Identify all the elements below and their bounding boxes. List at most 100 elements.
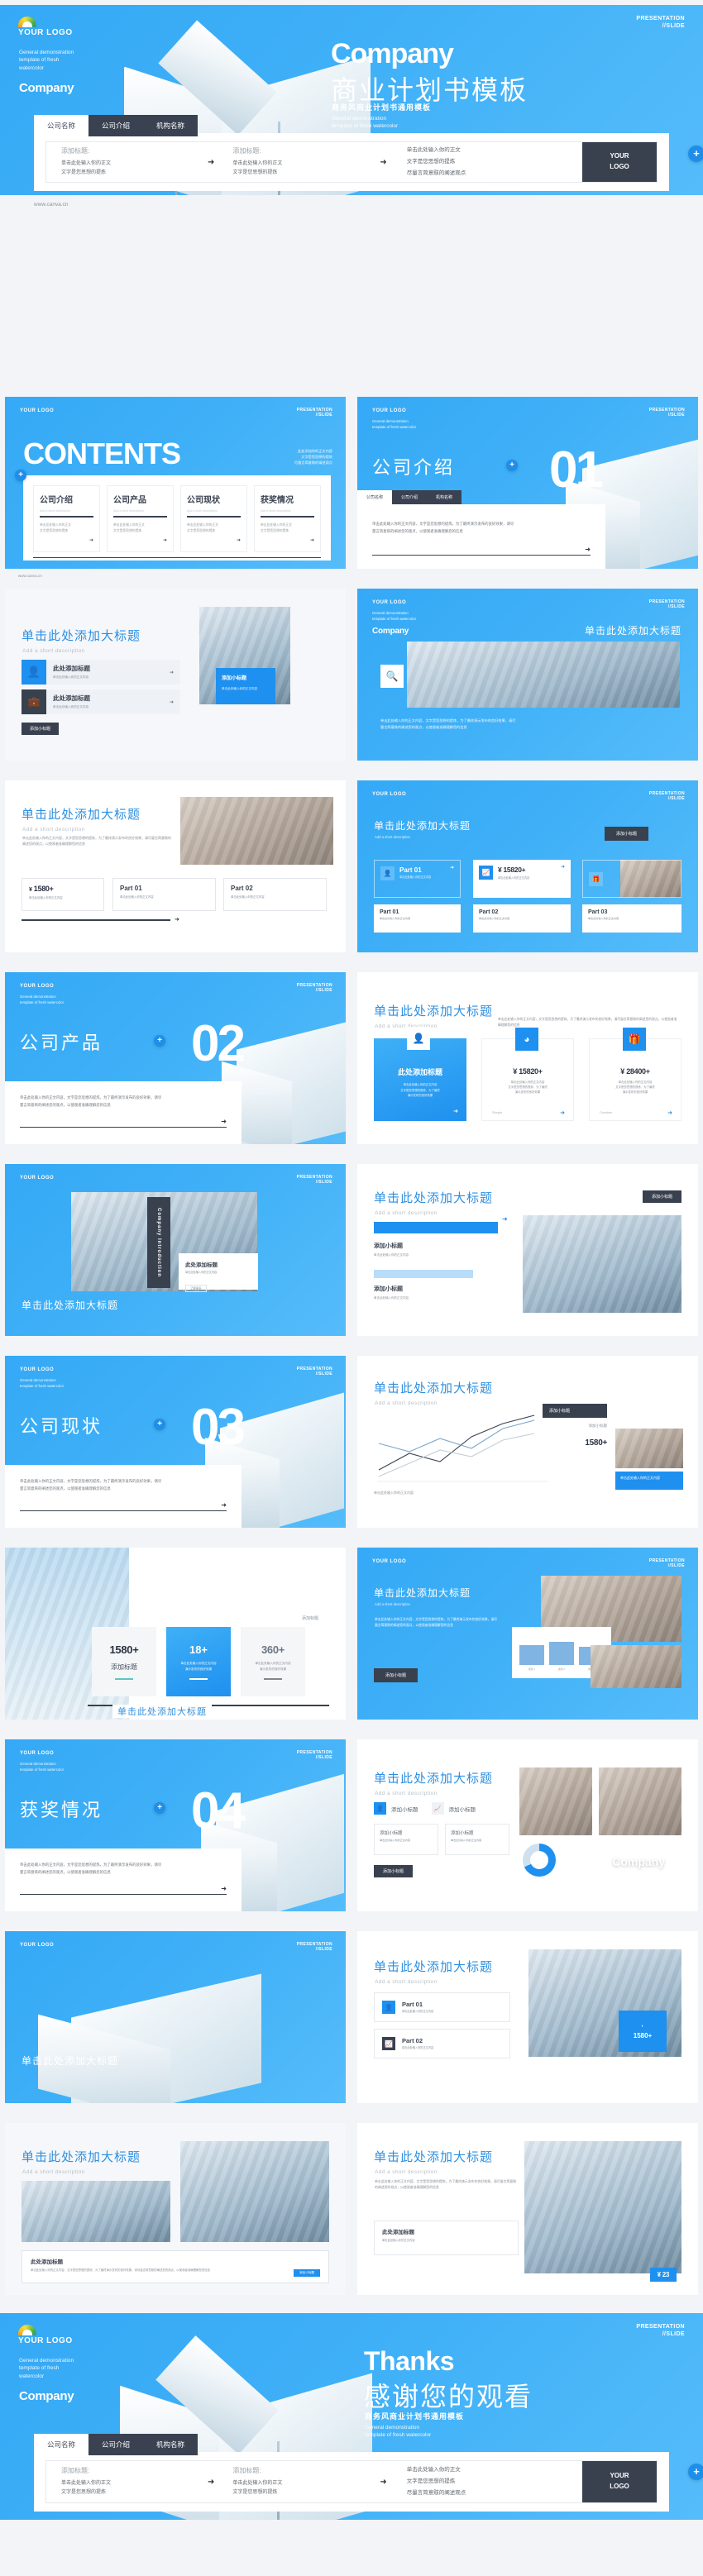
part-card-gift[interactable]: 🎁: [582, 860, 681, 898]
slide-parts-grid[interactable]: YOUR LOGO PRESENTATION //SLIDE 单击此处添加大标题…: [357, 780, 698, 952]
card-arrow-icon[interactable]: ➜: [667, 1109, 672, 1116]
slide-three-stats[interactable]: 单击此处添加大标题 Add a short description 单击此处输入…: [357, 972, 698, 1144]
slide-right-content[interactable]: 单击此处添加大标题 Add a short description 单击此处输入…: [357, 2123, 698, 2295]
add-subtitle-button[interactable]: 添加小标题: [604, 827, 648, 841]
more-button[interactable]: 了解更多: [185, 1285, 207, 1293]
slide-bar-chart[interactable]: YOUR LOGO PRESENTATION //SLIDE 单击此处添加大标题…: [357, 1548, 698, 1720]
slide-cover[interactable]: YOUR LOGO General demonstration template…: [0, 5, 703, 195]
slide-team-frame[interactable]: YOUR LOGO PRESENTATION //SLIDE Company I…: [5, 1164, 346, 1336]
card-arrow-icon[interactable]: ➜: [450, 865, 454, 871]
card-arrow-icon[interactable]: ➜: [560, 1109, 565, 1116]
part-card-01-b[interactable]: Part 01 单击此处输入你的正文内容: [374, 904, 461, 933]
section02-arrow-icon[interactable]: ➜: [20, 1118, 227, 1125]
slide-section-04[interactable]: YOUR LOGO General demonstration template…: [5, 1739, 346, 1911]
section04-arrow-icon[interactable]: ➜: [20, 1885, 227, 1892]
plus-badge-icon[interactable]: +: [154, 1802, 165, 1814]
plus-badge-icon[interactable]: +: [506, 460, 518, 471]
tab-company-name[interactable]: 公司名称: [357, 490, 393, 504]
part-card-02-b[interactable]: Part 02 单击此处输入你的正文内容: [473, 904, 571, 933]
stat-card-money1[interactable]: ◕ ¥ 15820+ 单击此处输入你的正文内容 文字是您思想的提炼，为了最终 演…: [481, 1028, 574, 1121]
slide-left-text[interactable]: 单击此处添加大标题 Add a short description 此处添加标题…: [5, 2123, 346, 2295]
slide-section-02[interactable]: YOUR LOGO General demonstration template…: [5, 972, 346, 1144]
blue-overlay-card[interactable]: 添加小标题 单击此处输入你的正文内容: [216, 668, 275, 704]
plus-badge-icon[interactable]: +: [15, 470, 26, 481]
contents-card[interactable]: 公司介绍 Add a short description 单击此处输入你的正文 …: [33, 485, 100, 552]
part-card-01[interactable]: 👤 Part 01 单击此处输入你的正文内容: [374, 1992, 510, 2022]
chart-legend-card[interactable]: 添加小标题: [543, 1404, 607, 1418]
part-card-01[interactable]: 👤 Part 01 单击此处输入你的正文内容 ➜: [374, 860, 461, 898]
slide-contents[interactable]: YOUR LOGO PRESENTATION //SLIDE CONTENTS …: [5, 397, 346, 569]
progress-block-2[interactable]: 添加小标题 单击此处输入你的正文内容: [374, 1285, 494, 1300]
card-arrow-icon[interactable]: ➜: [561, 864, 565, 870]
photo-caption-card[interactable]: 此处添加标题 单击此处输入你的正文内容 了解更多: [179, 1253, 258, 1293]
tab-company-name[interactable]: 公司名称: [34, 115, 89, 136]
part-card-02[interactable]: Part 02 单击此处输入你的正文内容: [223, 878, 327, 911]
slide-icon-list[interactable]: 单击此处添加大标题 Add a short description 👤 此处添加…: [5, 589, 346, 761]
add-subtitle-button[interactable]: 添加小标题: [642, 1190, 681, 1203]
slide-line-chart[interactable]: 单击此处添加大标题 Add a short description 添加小标题 …: [357, 1356, 698, 1528]
small-money-badge[interactable]: ¥ 23: [649, 2268, 677, 2282]
part-card-02[interactable]: 📈 Part 02 单击此处输入你的正文内容: [374, 2029, 510, 2058]
stat-card-money[interactable]: 📈 ¥ 15820+ 单击此处输入你的正文内容 ➜: [473, 860, 571, 898]
pie-legend-1[interactable]: 👤 添加小标题 📈 添加小标题: [374, 1802, 476, 1815]
slide-icons-grid[interactable]: YOUR LOGO PRESENTATION //SLIDE 单击此处添加大标题: [5, 1931, 346, 2103]
thanks-tabs[interactable]: 公司名称 公司介绍 机构名称: [34, 2434, 198, 2455]
plus-badge-icon[interactable]: +: [154, 1419, 165, 1430]
chart-blue-caption[interactable]: 单击此处输入你的正文内容: [615, 1472, 683, 1490]
plus-badge-icon[interactable]: +: [688, 145, 703, 162]
tab-org-name[interactable]: 机构名称: [143, 115, 198, 136]
bottom-note-card[interactable]: 此处添加标题 单击此处输入你的正文内容，文字是您思想的提炼，为了最终演示发布的良…: [22, 2250, 329, 2283]
slide-section-01[interactable]: YOUR LOGO General demonstration template…: [357, 397, 698, 569]
add-subtitle-button[interactable]: 添加小标题: [374, 1865, 414, 1877]
icon-row-1[interactable]: 👤 此处添加标题 单击此处输入你的正文内容 ➜: [22, 660, 180, 685]
slide-pie-chart[interactable]: 单击此处添加大标题 Add a short description 👤 添加小标…: [357, 1739, 698, 1911]
progress-block-1[interactable]: 添加小标题 单击此处输入你的正文内容: [374, 1242, 494, 1257]
section01-tabs[interactable]: 公司名称 公司介绍 机构名称: [357, 490, 462, 504]
pie-info-card-1[interactable]: 添加小标题 单击此处输入你的正文内容: [374, 1824, 438, 1855]
add-subtitle-button[interactable]: 添加小标题: [22, 723, 60, 735]
info-card[interactable]: 此处添加标题 单击此处输入你的正文内容: [374, 2221, 519, 2255]
slide-parts-1580[interactable]: 单击此处添加大标题 Add a short description 👤 Part…: [357, 1931, 698, 2103]
tab-org-name[interactable]: 机构名称: [427, 490, 462, 504]
tab-company-intro[interactable]: 公司介绍: [88, 2434, 144, 2455]
slide-handshake[interactable]: 单击此处添加大标题 Add a short description 单击此处输入…: [5, 780, 346, 952]
contents-card[interactable]: 获奖情况 Add a short description 单击此处输入你的正文 …: [254, 485, 321, 552]
stat-box-2[interactable]: 18+ 单击此处输入你的正文内容 演示发布的良好效果: [166, 1627, 231, 1696]
contents-card[interactable]: 公司现状 Add a short description 单击此处输入你的正文 …: [180, 485, 247, 552]
slide-thanks[interactable]: YOUR LOGO General demonstration template…: [0, 2313, 703, 2520]
pie-info-card-2[interactable]: 添加小标题 单击此处输入你的正文内容: [445, 1824, 509, 1855]
card-arrow-icon[interactable]: ➜: [453, 1108, 458, 1114]
contents-card-arrow-icon[interactable]: ➜: [113, 537, 167, 543]
stat-card-money2[interactable]: 🎁 ¥ 28400+ 单击此处输入你的正文内容 文字是您思想的提炼，为了最终 演…: [589, 1028, 681, 1121]
slide-arrow-icon[interactable]: ➜: [175, 916, 179, 923]
tab-org-name[interactable]: 机构名称: [143, 2434, 198, 2455]
contents-card-arrow-icon[interactable]: ➜: [261, 537, 314, 543]
note-button[interactable]: 添加小标题: [294, 2269, 320, 2277]
add-subtitle-button[interactable]: 添加小标题: [374, 1668, 418, 1682]
contents-card[interactable]: 公司产品 Add a short description 单击此处输入你的正文 …: [107, 485, 174, 552]
plus-badge-icon[interactable]: +: [154, 1035, 165, 1047]
stat-card-blue[interactable]: 👤 此处添加标题 单击此处输入你的正文内容 文字是您思想的提炼，为了最终 演示发…: [374, 1027, 466, 1121]
stat-box-3[interactable]: 360+ 单击此处输入你的正文内容 演示发布的良好效果: [241, 1627, 305, 1696]
section01-arrow-icon[interactable]: ➜: [372, 546, 591, 553]
contents-card-arrow-icon[interactable]: ➜: [187, 537, 241, 543]
row-arrow-icon[interactable]: ➜: [170, 699, 180, 705]
section03-arrow-icon[interactable]: ➜: [20, 1501, 227, 1509]
stat-box-1[interactable]: 1580+ 添加标题: [92, 1627, 156, 1696]
slide-arrow-icon[interactable]: ➜: [502, 1215, 508, 1223]
tab-company-name[interactable]: 公司名称: [34, 2434, 89, 2455]
search-icon[interactable]: 🔍: [380, 665, 404, 688]
icon-row-2[interactable]: 💼 此处添加标题 单击此处输入你的正文内容 ➜: [22, 689, 180, 714]
slide-section-03[interactable]: YOUR LOGO General demonstration template…: [5, 1356, 346, 1528]
part-card-01[interactable]: Part 01 单击此处输入你的正文内容: [112, 878, 216, 911]
stat-badge-1580[interactable]: ◐ 1580+: [619, 2011, 667, 2052]
slide-big-stats[interactable]: 添加标题 1580+ 添加标题 18+ 单击此处输入你的正文内容 演示发布的良好…: [5, 1548, 346, 1720]
part-card-03-b[interactable]: Part 03 单击此处输入你的正文内容: [582, 904, 681, 933]
stat-card[interactable]: ¥ 1580+ 单击此处输入你的正文内容: [22, 878, 104, 911]
contents-card-arrow-icon[interactable]: ➜: [40, 537, 93, 543]
row-arrow-icon[interactable]: ➜: [170, 670, 180, 675]
slide-progress[interactable]: 单击此处添加大标题 Add a short description 添加小标题 …: [357, 1164, 698, 1336]
tab-company-intro[interactable]: 公司介绍: [88, 115, 144, 136]
cover-tabs[interactable]: 公司名称 公司介绍 机构名称: [34, 115, 198, 136]
plus-badge-icon[interactable]: +: [688, 2464, 703, 2480]
